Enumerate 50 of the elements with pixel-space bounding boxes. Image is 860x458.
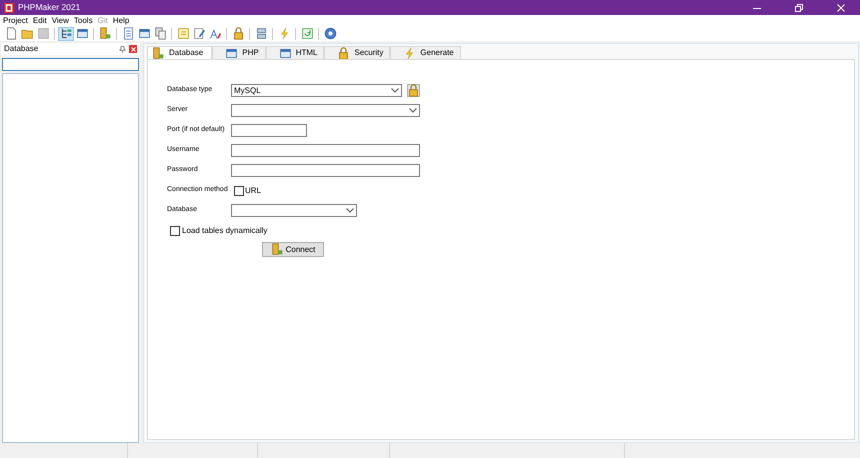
tab[interactable]: Security bbox=[324, 46, 390, 59]
dropdown-field[interactable]: MySQL bbox=[231, 84, 402, 97]
tab[interactable]: PHP bbox=[212, 46, 266, 59]
menu-item[interactable]: Help bbox=[112, 14, 130, 26]
database-icon bbox=[270, 243, 284, 256]
dropdown-caret-icon bbox=[391, 88, 399, 93]
menu-item[interactable]: Edit bbox=[32, 14, 47, 26]
dropdown-field[interactable] bbox=[231, 104, 420, 117]
dropdown-caret-icon bbox=[409, 108, 417, 113]
text-field[interactable] bbox=[231, 124, 307, 137]
pin-icon[interactable] bbox=[119, 46, 126, 52]
tab[interactable]: Database bbox=[147, 46, 212, 59]
refresh-icon bbox=[300, 27, 314, 40]
lock-icon bbox=[407, 84, 420, 97]
window-icon bbox=[278, 46, 292, 60]
window-icon bbox=[76, 27, 88, 40]
text-field[interactable] bbox=[231, 164, 420, 177]
search-field[interactable] bbox=[2, 58, 139, 71]
checkbox[interactable] bbox=[170, 226, 180, 236]
toolbar-button[interactable] bbox=[322, 26, 338, 40]
toolbar-button[interactable] bbox=[58, 26, 74, 40]
lock-button[interactable] bbox=[407, 84, 420, 97]
database-icon bbox=[152, 46, 165, 60]
text-format-icon bbox=[208, 27, 222, 40]
menu-item[interactable]: Tools bbox=[74, 14, 93, 26]
menu-item[interactable]: View bbox=[52, 14, 69, 26]
window-title: PHPMaker 2021 bbox=[18, 1, 80, 14]
lock-icon bbox=[337, 46, 350, 60]
tab[interactable]: HTML bbox=[266, 46, 324, 59]
close-panel-button[interactable] bbox=[129, 45, 137, 53]
checkbox[interactable] bbox=[234, 186, 244, 196]
text-field[interactable] bbox=[231, 144, 420, 157]
dropdown-caret-icon bbox=[346, 208, 354, 213]
lock-icon bbox=[232, 27, 244, 40]
database-icon bbox=[98, 27, 112, 40]
restore-icon bbox=[795, 4, 803, 12]
panel-title: Database bbox=[4, 43, 38, 55]
tree-icon bbox=[60, 27, 72, 40]
dropdown-field[interactable] bbox=[231, 204, 357, 217]
copy-icon bbox=[154, 27, 166, 40]
close-icon bbox=[837, 4, 845, 12]
app-logo-icon bbox=[4, 2, 14, 12]
window-icon bbox=[138, 27, 150, 40]
connect-button[interactable]: Connect bbox=[262, 242, 324, 257]
tab[interactable]: Generate bbox=[390, 46, 461, 59]
checkbox-label: URL bbox=[245, 184, 262, 196]
checkbox-label: Load tables dynamically bbox=[182, 225, 268, 237]
window-icon bbox=[225, 46, 238, 60]
note-icon bbox=[176, 27, 190, 40]
menu-item[interactable]: Project bbox=[3, 14, 28, 26]
